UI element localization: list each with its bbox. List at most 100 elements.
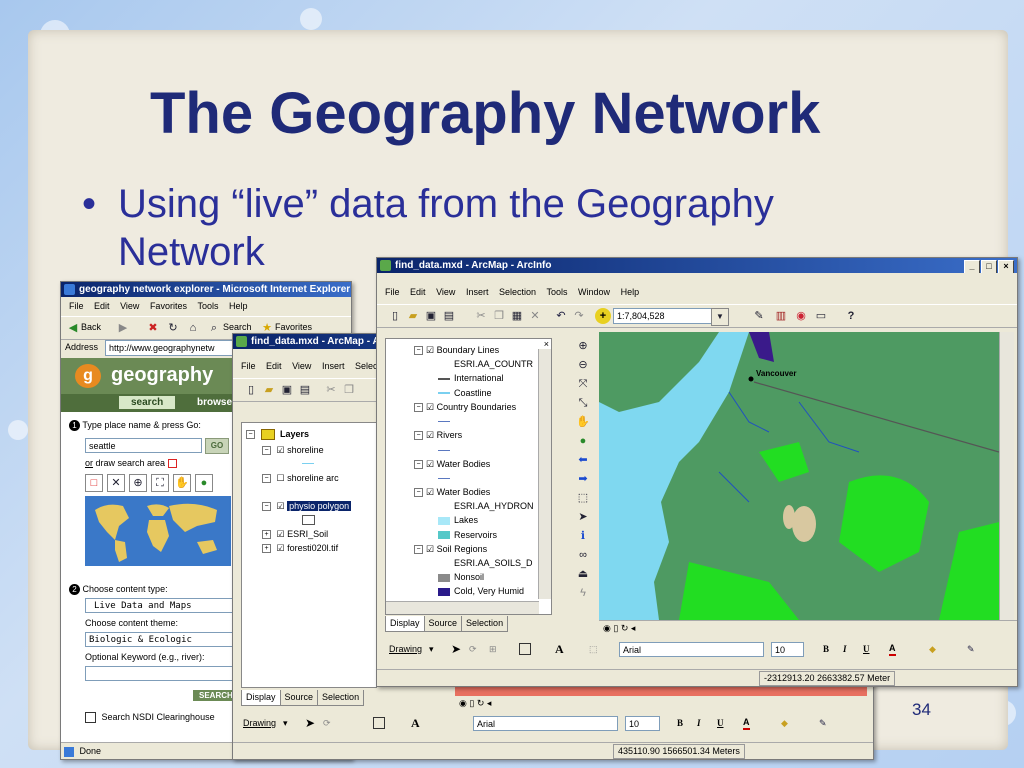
zoom-in-icon[interactable]: ⊕ — [129, 474, 147, 492]
text-tool-icon[interactable]: A — [555, 638, 564, 660]
underline-button[interactable]: U — [863, 638, 870, 660]
toc-checkbox[interactable]: ☑ — [426, 544, 434, 554]
window-icon[interactable]: ▭ — [813, 308, 829, 324]
ie-menu-view[interactable]: View — [120, 301, 139, 311]
ie-menu-help[interactable]: Help — [229, 301, 248, 311]
menu-insert[interactable]: Insert — [466, 287, 489, 297]
new-doc-icon[interactable]: ▯ — [387, 308, 403, 324]
drawing-dropdown-icon[interactable]: ▾ — [429, 638, 434, 660]
collapse-icon[interactable]: − — [414, 459, 423, 469]
map-vscroll[interactable] — [999, 332, 1014, 620]
toc-checkbox[interactable]: ☑ — [426, 487, 434, 497]
draw-rectangle-icon[interactable] — [167, 459, 177, 469]
toc-row[interactable]: − ☑ Water Bodies — [414, 457, 490, 471]
full-extent-globe-icon[interactable]: ● — [575, 433, 591, 449]
drawing-menu[interactable]: Drawing — [243, 712, 276, 734]
text-tool-icon[interactable]: A — [411, 712, 420, 734]
ie-menu-tools[interactable]: Tools — [197, 301, 218, 311]
stop-icon[interactable]: ✖ — [145, 320, 161, 336]
collapse-icon[interactable]: − — [414, 402, 423, 412]
zoom-in-icon[interactable]: ⊕ — [575, 338, 591, 354]
back-menu-view[interactable]: View — [292, 361, 311, 371]
italic-button[interactable]: I — [843, 638, 847, 660]
globe-icon[interactable]: ● — [195, 474, 213, 492]
back-layer-row[interactable]: + ☑ foresti020l.tif — [262, 541, 338, 555]
zoom-out-icon[interactable]: ⊖ — [575, 357, 591, 373]
callout-icon[interactable]: ⬚ — [589, 638, 598, 660]
line-color-icon[interactable]: ✎ — [819, 712, 827, 734]
content-type-select[interactable]: Live Data and Maps — [85, 598, 235, 613]
collapse-icon[interactable]: − — [414, 346, 423, 356]
editor-icon[interactable]: ✎ — [751, 308, 767, 324]
toc-checkbox[interactable]: ☑ — [426, 430, 434, 440]
back-menu-insert[interactable]: Insert — [322, 361, 345, 371]
toc-row[interactable]: − ☑ Soil Regions — [414, 542, 487, 556]
print-icon[interactable]: ▤ — [441, 308, 457, 324]
save-icon[interactable]: ▣ — [423, 308, 439, 324]
find-binoculars-icon[interactable]: ∞ — [575, 547, 591, 563]
search-button[interactable]: Search — [223, 322, 252, 332]
toc-row[interactable]: − ☑ Boundary Lines — [414, 343, 499, 357]
collapse-icon[interactable]: − — [414, 544, 423, 554]
home-icon[interactable]: ⌂ — [185, 320, 201, 336]
menu-help[interactable]: Help — [621, 287, 640, 297]
catalog-icon[interactable]: ◉ — [793, 308, 809, 324]
tab-display[interactable]: Display — [241, 690, 281, 706]
copy-icon[interactable]: ❐ — [341, 382, 357, 398]
toc-checkbox[interactable]: ☑ — [426, 459, 434, 469]
layer-checkbox[interactable]: ☑ — [277, 543, 285, 553]
arctoolbox-icon[interactable]: ▥ — [773, 308, 789, 324]
collapse-icon[interactable]: − — [414, 488, 423, 498]
font-size-select[interactable]: 10 — [625, 716, 660, 731]
cut-icon[interactable]: ✂ — [323, 382, 339, 398]
layer-checkbox[interactable]: ☑ — [277, 445, 285, 455]
menu-view[interactable]: View — [436, 287, 455, 297]
nsdi-checkbox[interactable] — [85, 712, 96, 724]
ie-menu-favorites[interactable]: Favorites — [150, 301, 187, 311]
whats-this-help-icon[interactable]: ? — [843, 308, 859, 324]
refresh-icon[interactable]: ↻ — [165, 320, 181, 336]
favorites-button[interactable]: Favorites — [275, 322, 312, 332]
scroll-left-icon[interactable]: ◂ — [631, 623, 636, 633]
toc-row[interactable]: − ☑ Country Boundaries — [414, 400, 516, 414]
refresh-view-icon[interactable]: ↻ — [477, 698, 485, 708]
full-extent-icon[interactable]: ⛶ — [151, 474, 169, 492]
bold-button[interactable]: B — [677, 712, 683, 734]
bold-button[interactable]: B — [823, 638, 829, 660]
forward-arrow-icon[interactable]: ▶ — [115, 320, 131, 336]
rotate-icon[interactable]: ⟳ — [469, 638, 477, 660]
select-pointer-icon[interactable]: ➤ — [451, 638, 461, 660]
menu-selection[interactable]: Selection — [499, 287, 536, 297]
go-button[interactable]: GO — [205, 438, 229, 454]
toc-vscroll[interactable] — [538, 349, 551, 599]
menu-file[interactable]: File — [385, 287, 400, 297]
world-map[interactable] — [85, 496, 231, 566]
font-size-select[interactable]: 10 — [771, 642, 804, 657]
scroll-left-icon[interactable]: ◂ — [487, 698, 492, 708]
font-name-select[interactable]: Arial — [473, 716, 618, 731]
measure-icon[interactable]: ⏏ — [575, 566, 591, 582]
layer-checkbox[interactable]: ☑ — [277, 529, 285, 539]
data-view-icon[interactable]: ◉ — [459, 698, 467, 708]
arcmap-front-title-bar[interactable]: find_data.mxd - ArcMap - ArcInfo _ □ × — [377, 258, 1017, 273]
previous-extent-icon[interactable]: ⬅ — [575, 452, 591, 468]
minimize-icon[interactable]: _ — [964, 260, 980, 273]
select-features-icon[interactable]: ⬚ — [575, 490, 591, 506]
scale-dropdown-icon[interactable]: ▼ — [711, 308, 729, 326]
collapse-icon[interactable]: − — [262, 446, 271, 456]
draw-box-icon[interactable]: □ — [85, 474, 103, 492]
drawing-menu[interactable]: Drawing — [389, 638, 422, 660]
rectangle-tool-icon[interactable] — [373, 717, 385, 729]
select-pointer-icon[interactable]: ➤ — [305, 712, 315, 734]
back-menu-edit[interactable]: Edit — [266, 361, 282, 371]
close-icon[interactable]: × — [998, 260, 1014, 273]
drawing-dropdown-icon[interactable]: ▾ — [283, 712, 288, 734]
map-scale-select[interactable]: 1:7,804,528 — [613, 308, 712, 324]
data-view-icon[interactable]: ◉ — [603, 623, 611, 633]
italic-button[interactable]: I — [697, 712, 701, 734]
refresh-view-icon[interactable]: ↻ — [621, 623, 629, 633]
place-input[interactable]: seattle — [85, 438, 202, 453]
menu-edit[interactable]: Edit — [410, 287, 426, 297]
add-data-icon[interactable]: + — [595, 308, 611, 324]
back-button[interactable]: Back — [81, 322, 101, 332]
